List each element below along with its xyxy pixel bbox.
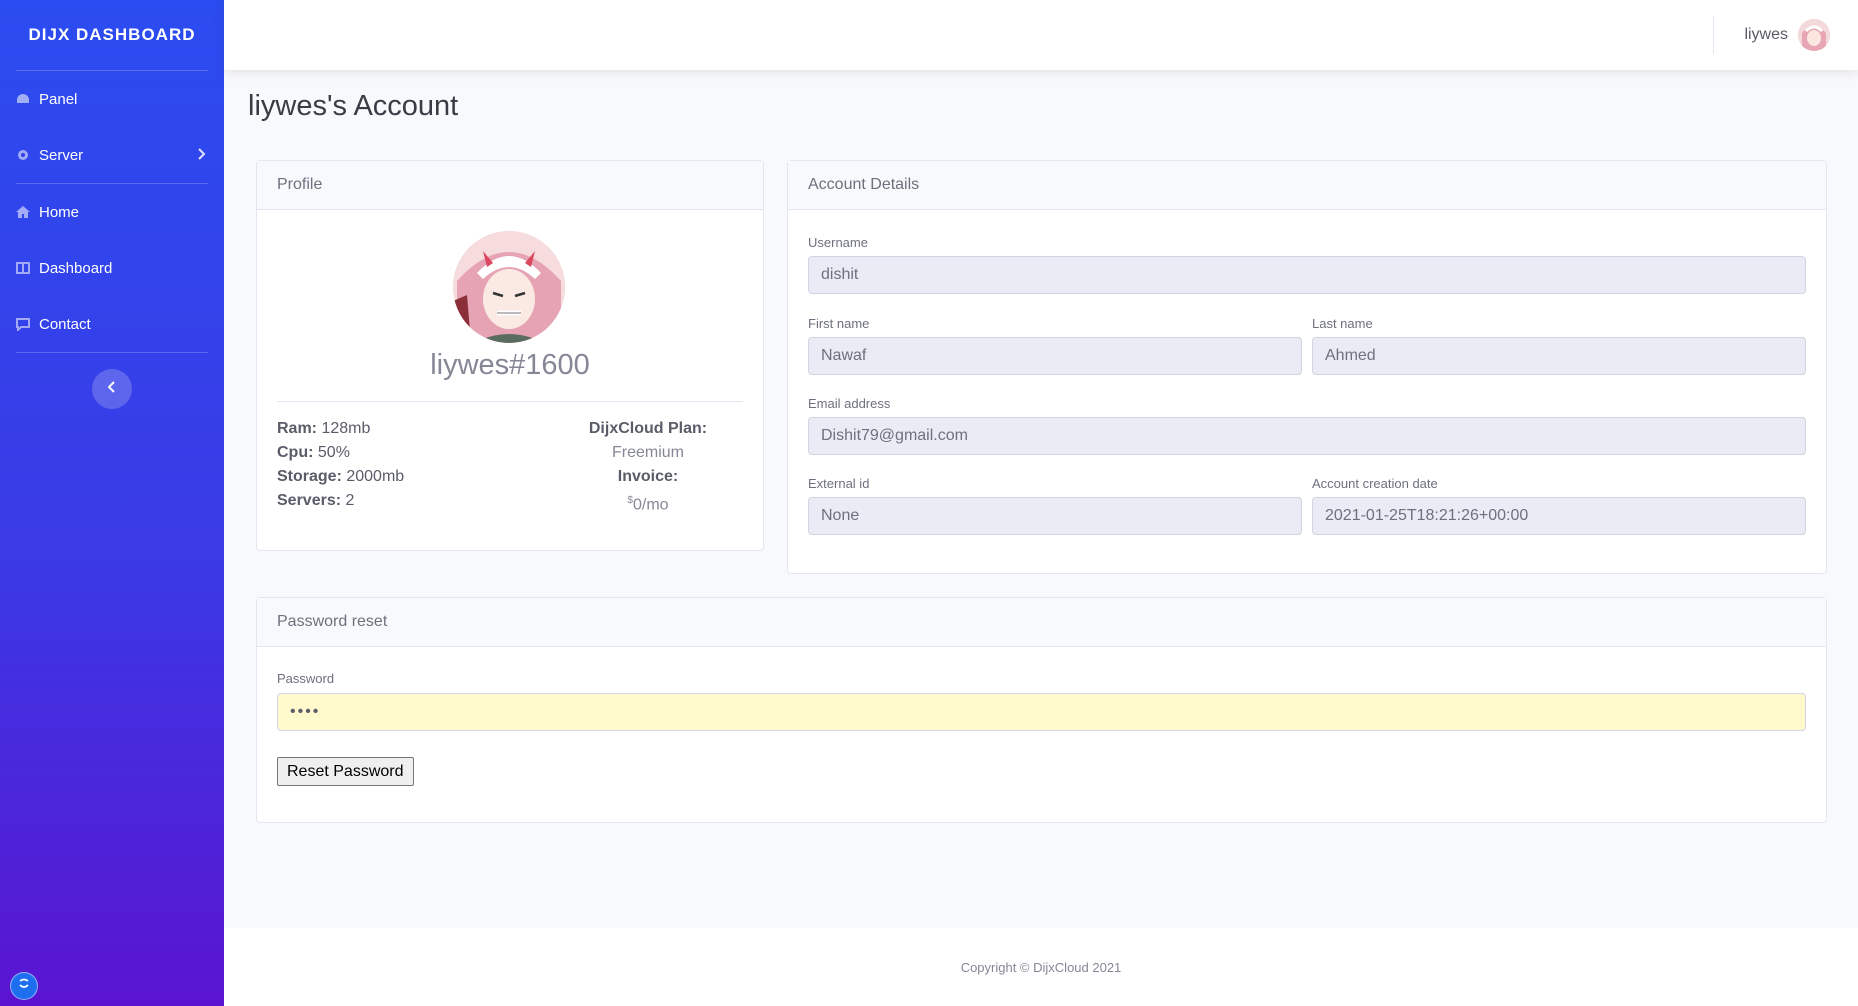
username-field[interactable]: dishit (808, 256, 1806, 294)
stat-label: Storage: (277, 468, 342, 485)
last-name-label: Last name (1312, 316, 1373, 331)
external-id-label: External id (808, 476, 870, 491)
reset-password-button[interactable]: Reset Password (277, 757, 414, 786)
smile-icon (17, 977, 31, 996)
username-label: Username (808, 235, 868, 250)
chevron-left-icon (107, 380, 116, 398)
sidebar-item-server[interactable]: Server (0, 127, 224, 183)
card-header: Profile (257, 161, 763, 210)
sidebar-item-home[interactable]: Home (0, 184, 224, 240)
sidebar: DIJX DASHBOARD Panel Server Home Dashboa… (0, 0, 224, 1006)
password-field[interactable]: •••• (277, 693, 1806, 731)
external-id-field[interactable]: None (808, 497, 1302, 535)
account-details-card: Account Details Username dishit First na… (787, 160, 1827, 574)
first-name-field[interactable]: Nawaf (808, 337, 1302, 375)
profile-divider (277, 401, 743, 402)
card-header: Account Details (788, 161, 1826, 210)
stat-label: Ram: (277, 420, 318, 437)
password-label: Password (277, 671, 335, 686)
plan-info: DijxCloud Plan: Freemium Invoice: $0/mo (573, 417, 723, 517)
cog-icon (16, 148, 30, 162)
stat-value: 128mb (321, 420, 371, 437)
sidebar-item-label: Home (39, 203, 80, 221)
sidebar-divider (16, 352, 208, 353)
profile-card: Profile liywes#1600 Ram: 128mb Cpu: 50% … (256, 160, 764, 551)
first-name-label: First name (808, 316, 870, 331)
profile-avatar (453, 231, 565, 343)
brand-title[interactable]: DIJX DASHBOARD (0, 0, 224, 70)
password-reset-card: Password reset Password •••• Reset Passw… (256, 597, 1827, 823)
stat-label: Cpu: (277, 444, 314, 461)
card-header: Password reset (257, 598, 1826, 647)
sidebar-item-panel[interactable]: Panel (0, 71, 224, 127)
stat-value: 50% (317, 444, 350, 461)
invoice-amount: $0/mo (573, 489, 723, 517)
plan-value: Freemium (611, 444, 684, 461)
footer: Copyright © DijxCloud 2021 (224, 928, 1858, 1006)
copyright-text: Copyright © DijxCloud 2021 (960, 959, 1122, 975)
sidebar-item-label: Dashboard (39, 259, 113, 277)
creation-date-label: Account creation date (1312, 476, 1438, 491)
sidebar-item-dashboard[interactable]: Dashboard (0, 240, 224, 296)
email-field[interactable]: Dishit79@gmail.com (808, 417, 1806, 455)
stat-storage: Storage: 2000mb (277, 465, 404, 489)
last-name-field[interactable]: Ahmed (1312, 337, 1806, 375)
topbar-divider (1713, 16, 1714, 54)
email-label: Email address (808, 396, 891, 411)
invoice-label: Invoice: (617, 468, 679, 485)
sidebar-item-label: Panel (39, 90, 78, 108)
chevron-right-icon (198, 147, 206, 163)
plan-label: DijxCloud Plan: (588, 420, 708, 437)
stat-cpu: Cpu: 50% (277, 441, 404, 465)
invoice-value: 0/mo (632, 496, 669, 514)
user-menu[interactable]: liywes (1744, 0, 1830, 70)
stat-label: Servers: (277, 492, 342, 509)
profile-handle: liywes#1600 (430, 349, 590, 381)
stat-servers: Servers: 2 (277, 489, 404, 513)
stat-value: 2000mb (346, 468, 405, 485)
comment-icon (16, 317, 30, 331)
profile-stats: Ram: 128mb Cpu: 50% Storage: 2000mb Serv… (277, 417, 404, 513)
home-icon (16, 205, 30, 219)
sidebar-toggle-button[interactable] (92, 369, 132, 409)
avatar (1798, 19, 1830, 51)
creation-date-field[interactable]: 2021-01-25T18:21:26+00:00 (1312, 497, 1806, 535)
user-name: liywes (1744, 26, 1788, 43)
stat-value: 2 (345, 492, 355, 509)
sidebar-item-label: Server (39, 146, 84, 164)
table-icon (16, 261, 30, 275)
chat-widget-button[interactable] (10, 972, 38, 1000)
stat-ram: Ram: 128mb (277, 417, 404, 441)
sidebar-item-label: Contact (39, 315, 91, 333)
sidebar-item-contact[interactable]: Contact (0, 296, 224, 352)
page-title: liywes's Account (248, 90, 459, 122)
tachometer-icon (16, 92, 30, 106)
topbar: liywes (224, 0, 1858, 70)
